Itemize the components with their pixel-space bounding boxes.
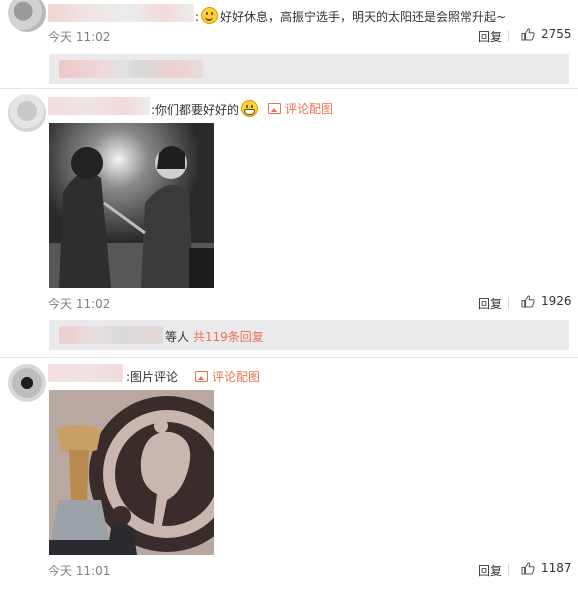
sub-reply-user-blurred[interactable] <box>59 326 163 344</box>
colon: : <box>195 10 200 24</box>
pic-link-label: 评论配图 <box>212 370 261 384</box>
thumbs-up-icon <box>521 561 535 574</box>
comment-image-link[interactable]: 评论配图 <box>268 100 333 117</box>
thumbs-up-icon <box>521 27 535 40</box>
avatar[interactable] <box>8 0 46 32</box>
reply-button[interactable]: 回复 <box>478 562 502 579</box>
like-button[interactable]: 2755 <box>521 27 572 41</box>
username-blurred[interactable] <box>48 4 194 22</box>
pic-link-label: 评论配图 <box>285 102 334 116</box>
comment-time: 今天 11:02 <box>48 30 111 44</box>
comment-text: : 好好休息，高振宁选手，明天的太阳还是会照常升起~ <box>195 7 506 25</box>
comment-body: 好好休息，高振宁选手，明天的太阳还是会照常升起~ <box>220 10 507 24</box>
separator <box>508 30 509 42</box>
avatar[interactable] <box>8 94 46 132</box>
sub-reply-user-blurred[interactable] <box>59 60 203 78</box>
username-blurred[interactable] <box>48 364 123 382</box>
photo-image <box>49 390 214 555</box>
thumbs-up-icon <box>521 294 535 307</box>
divider <box>0 88 578 89</box>
separator <box>508 297 509 309</box>
separator <box>508 564 509 576</box>
comment-photo[interactable] <box>49 123 214 288</box>
image-icon <box>268 103 281 114</box>
avatar[interactable] <box>8 364 46 402</box>
comment-text: :图片评论 <box>126 368 178 385</box>
image-icon <box>195 371 208 382</box>
comment-time: 今天 11:02 <box>48 297 111 311</box>
comment-text: :你们都要好好的 <box>151 100 260 118</box>
comment-image-link[interactable]: 评论配图 <box>195 368 260 385</box>
comment-body: 你们都要好好的 <box>155 103 240 117</box>
like-count: 1187 <box>541 561 572 575</box>
comment-body: 图片评论 <box>130 370 179 384</box>
sub-reply-box <box>49 54 569 84</box>
grin-emoji-icon <box>241 100 259 117</box>
reply-button[interactable]: 回复 <box>478 295 502 312</box>
smile-emoji-icon <box>201 7 219 24</box>
like-button[interactable]: 1926 <box>521 294 572 308</box>
sub-reply-prefix: 等人 <box>165 330 190 344</box>
comment-photo[interactable] <box>49 390 214 555</box>
more-replies-link[interactable]: 共119条回复 <box>193 330 264 344</box>
like-count: 2755 <box>541 27 572 41</box>
divider <box>0 357 578 358</box>
photo-image <box>49 123 214 288</box>
reply-button[interactable]: 回复 <box>478 28 502 45</box>
comment-time: 今天 11:01 <box>48 564 111 578</box>
sub-reply-summary: 等人 共119条回复 <box>165 328 264 345</box>
like-button[interactable]: 1187 <box>521 561 572 575</box>
sub-reply-box: 等人 共119条回复 <box>49 320 569 350</box>
like-count: 1926 <box>541 294 572 308</box>
username-blurred[interactable] <box>48 97 150 115</box>
